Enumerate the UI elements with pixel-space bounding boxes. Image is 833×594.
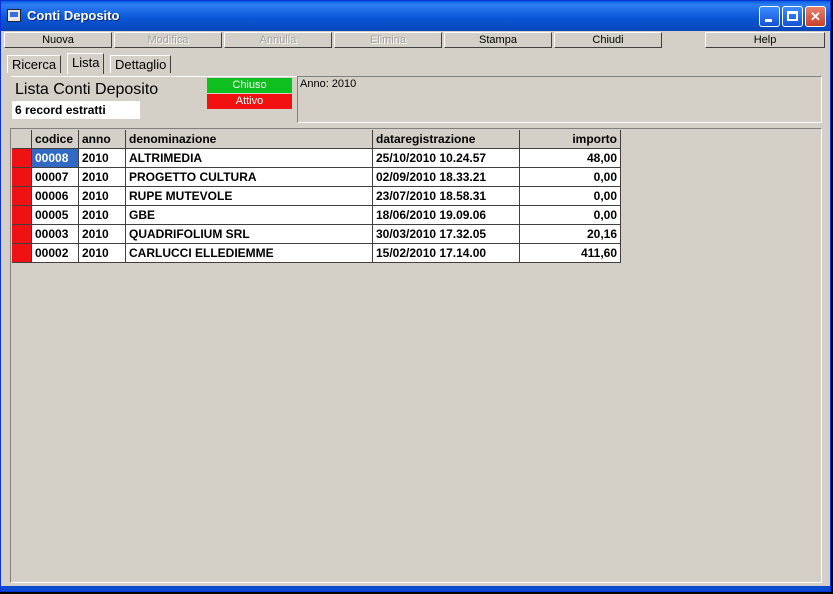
cell-dataregistrazione[interactable]: 30/03/2010 17.32.05 (373, 225, 520, 244)
legend-chiuso: Chiuso (207, 78, 292, 93)
cell-anno[interactable]: 2010 (79, 244, 126, 263)
window-bottom-border (1, 586, 830, 591)
minimize-icon (765, 19, 772, 22)
cell-anno[interactable]: 2010 (79, 225, 126, 244)
row-marker-header (12, 130, 32, 149)
cell-importo[interactable]: 0,00 (520, 187, 621, 206)
tab-ricerca[interactable]: Ricerca (7, 55, 62, 73)
column-header-anno[interactable]: anno (79, 130, 126, 149)
toolbar: Nuova Modifica Annulla Elimina Stampa Ch… (4, 32, 829, 48)
elimina-button[interactable]: Elimina (334, 32, 442, 48)
status-marker (12, 168, 32, 187)
cell-anno[interactable]: 2010 (79, 149, 126, 168)
column-header-codice[interactable]: codice (32, 130, 79, 149)
column-header-denominazione[interactable]: denominazione (126, 130, 373, 149)
cell-importo[interactable]: 0,00 (520, 206, 621, 225)
status-marker (12, 206, 32, 225)
chiudi-button[interactable]: Chiudi (554, 32, 662, 48)
close-icon: ✕ (810, 9, 821, 24)
status-marker (12, 244, 32, 263)
record-count: 6 record estratti (12, 101, 140, 119)
legend-attivo: Attivo (207, 94, 292, 109)
cell-anno[interactable]: 2010 (79, 187, 126, 206)
cell-codice[interactable]: 00005 (32, 206, 79, 225)
cell-denominazione[interactable]: QUADRIFOLIUM SRL (126, 225, 373, 244)
nuova-button[interactable]: Nuova (4, 32, 112, 48)
cell-codice[interactable]: 00002 (32, 244, 79, 263)
cell-denominazione[interactable]: GBE (126, 206, 373, 225)
cell-denominazione[interactable]: CARLUCCI ELLEDIEMME (126, 244, 373, 263)
cell-importo[interactable]: 20,16 (520, 225, 621, 244)
column-header-dataregistrazione[interactable]: dataregistrazione (373, 130, 520, 149)
filter-info: Anno: 2010 (297, 76, 822, 123)
cell-importo[interactable]: 48,00 (520, 149, 621, 168)
cell-codice[interactable]: 00007 (32, 168, 79, 187)
cell-codice[interactable]: 00003 (32, 225, 79, 244)
status-marker (12, 225, 32, 244)
window-title: Conti Deposito (27, 8, 120, 23)
annulla-button[interactable]: Annulla (224, 32, 332, 48)
stampa-button[interactable]: Stampa (444, 32, 552, 48)
close-button[interactable]: ✕ (805, 6, 826, 27)
cell-codice[interactable]: 00008 (32, 149, 79, 168)
cell-denominazione[interactable]: PROGETTO CULTURA (126, 168, 373, 187)
cell-anno[interactable]: 2010 (79, 168, 126, 187)
page-title: Lista Conti Deposito (15, 81, 159, 98)
modifica-button[interactable]: Modifica (114, 32, 222, 48)
cell-denominazione[interactable]: ALTRIMEDIA (126, 149, 373, 168)
cell-anno[interactable]: 2010 (79, 206, 126, 225)
title-bar[interactable]: Conti Deposito ✕ (1, 1, 830, 31)
cell-dataregistrazione[interactable]: 18/06/2010 19.09.06 (373, 206, 520, 225)
cell-importo[interactable]: 411,60 (520, 244, 621, 263)
cell-dataregistrazione[interactable]: 02/09/2010 18.33.21 (373, 168, 520, 187)
status-marker (12, 187, 32, 206)
maximize-icon (787, 11, 798, 21)
column-header-importo[interactable]: importo (520, 130, 621, 149)
cell-denominazione[interactable]: RUPE MUTEVOLE (126, 187, 373, 206)
tab-dettaglio[interactable]: Dettaglio (110, 55, 172, 73)
cell-dataregistrazione[interactable]: 15/02/2010 17.14.00 (373, 244, 520, 263)
status-marker (12, 149, 32, 168)
app-icon[interactable] (7, 9, 21, 22)
cell-importo[interactable]: 0,00 (520, 168, 621, 187)
cell-codice[interactable]: 00006 (32, 187, 79, 206)
help-button[interactable]: Help (705, 32, 825, 48)
cell-dataregistrazione[interactable]: 25/10/2010 10.24.57 (373, 149, 520, 168)
cell-dataregistrazione[interactable]: 23/07/2010 18.58.31 (373, 187, 520, 206)
data-grid[interactable]: codice anno denominazione dataregistrazi… (10, 128, 822, 583)
maximize-button[interactable] (782, 6, 803, 27)
minimize-button[interactable] (759, 6, 780, 27)
tab-lista[interactable]: Lista (67, 53, 105, 74)
app-window: Conti Deposito ✕ Nuova Modifica Annulla … (0, 0, 831, 592)
